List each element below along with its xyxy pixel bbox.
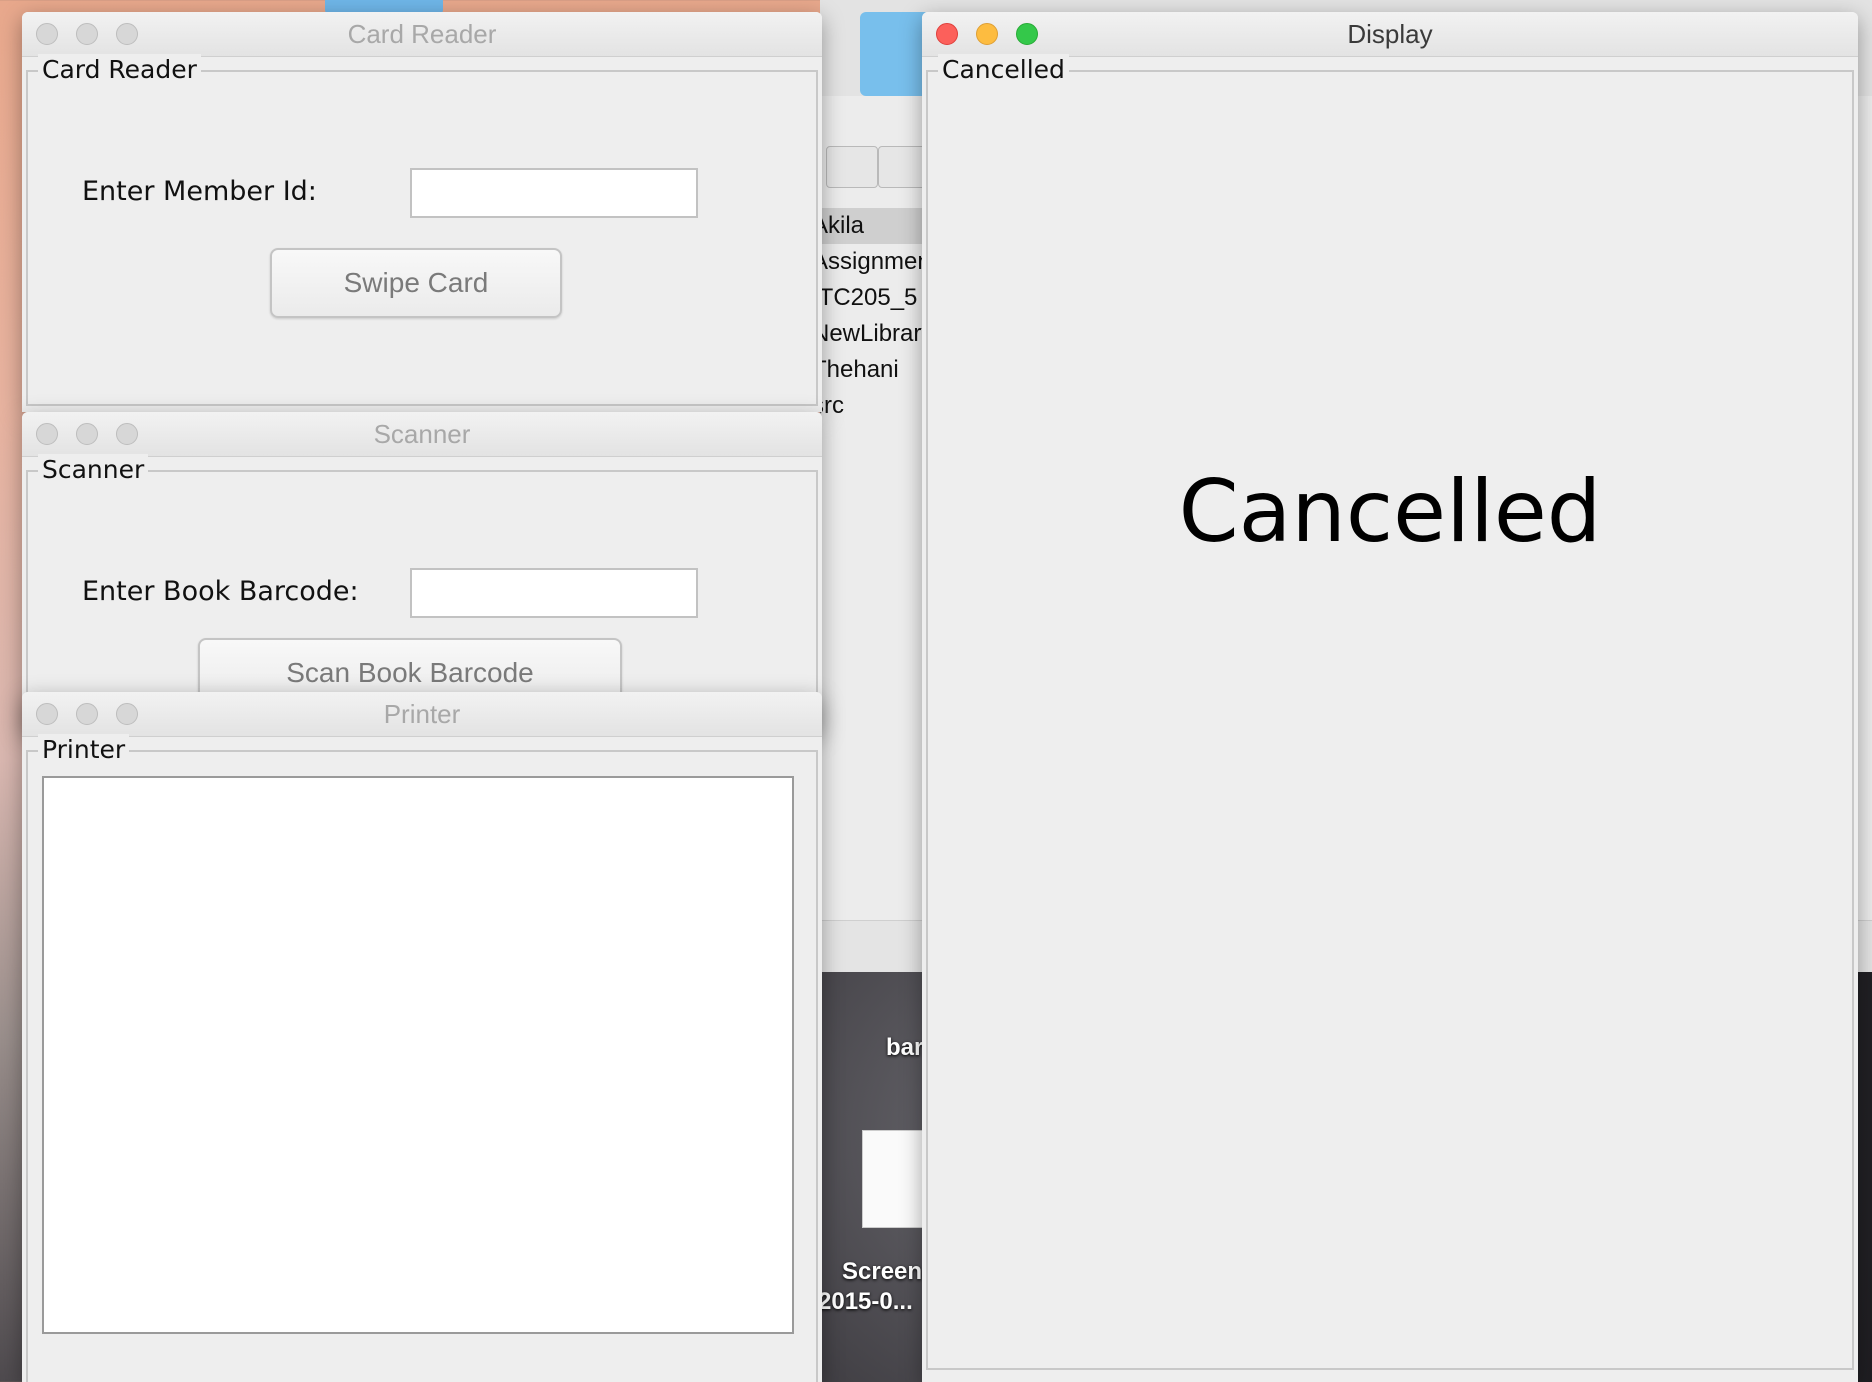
window-title: Display xyxy=(1347,19,1433,49)
finder-file-item[interactable]: ITC205_5 xyxy=(820,280,930,316)
desktop-item-label[interactable]: Screen xyxy=(842,1258,922,1286)
member-id-input[interactable] xyxy=(410,168,698,218)
printer-titlebar[interactable]: Printer xyxy=(22,692,822,737)
swipe-card-button[interactable]: Swipe Card xyxy=(270,248,562,318)
finder-file-list: Akila Assignment ITC205_5 NewLibrary The… xyxy=(820,208,930,448)
desktop-item-label[interactable]: 2015-0... xyxy=(818,1288,913,1316)
finder-file-item[interactable]: Assignment xyxy=(820,244,930,280)
card-reader-titlebar[interactable]: Card Reader xyxy=(22,12,822,57)
display-group: Cancelled Cancelled xyxy=(926,54,1854,1370)
printer-window: Printer Printer xyxy=(22,692,822,1382)
finder-file-item[interactable]: Thehani xyxy=(820,352,930,388)
printer-group: Printer xyxy=(26,734,818,1382)
card-reader-window: Card Reader Card Reader Enter Member Id:… xyxy=(22,12,822,412)
card-reader-group: Card Reader Enter Member Id: Swipe Card xyxy=(26,54,818,406)
window-title: Card Reader xyxy=(347,19,497,49)
finder-file-item[interactable]: Akila xyxy=(820,208,930,244)
group-title: Scanner xyxy=(38,454,149,486)
scanner-window: Scanner Scanner Enter Book Barcode: Scan… xyxy=(22,412,822,732)
printer-output-area[interactable] xyxy=(42,776,794,1334)
window-title: Scanner xyxy=(373,419,471,449)
list-view-icon[interactable] xyxy=(826,146,878,188)
display-window: Display Cancelled Cancelled xyxy=(922,12,1858,1382)
group-title: Card Reader xyxy=(38,54,201,86)
finder-file-item[interactable]: src xyxy=(820,388,930,424)
scanner-titlebar[interactable]: Scanner xyxy=(22,412,822,457)
folder-icon xyxy=(860,12,930,96)
display-titlebar[interactable]: Display xyxy=(922,12,1858,57)
window-title: Printer xyxy=(383,699,461,729)
group-title: Cancelled xyxy=(938,54,1069,86)
screenshot-thumbnail-icon[interactable] xyxy=(862,1130,930,1228)
display-message: Cancelled xyxy=(1178,462,1602,562)
finder-file-item[interactable]: NewLibrary xyxy=(820,316,930,352)
member-id-label: Enter Member Id: xyxy=(82,176,317,207)
desktop-item-label[interactable]: bar xyxy=(886,1034,923,1062)
book-barcode-label: Enter Book Barcode: xyxy=(82,576,359,607)
book-barcode-input[interactable] xyxy=(410,568,698,618)
group-title: Printer xyxy=(38,734,130,766)
